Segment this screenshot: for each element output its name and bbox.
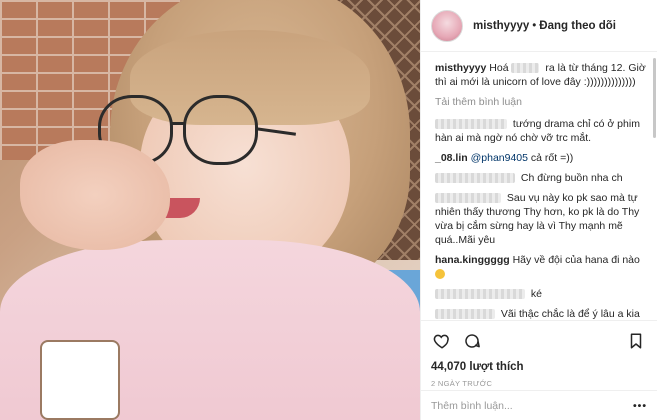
more-options-icon[interactable]: ••• [633,400,647,412]
blurred-text [511,63,540,74]
comment-item: Vãi thậc chắc là để ý lâu a kia lâu rồi … [435,307,647,320]
header-separator: • [532,19,537,32]
comment-item: _08.lin @phan9405 cả rốt =)) [435,151,647,165]
comment-composer: Thêm bình luận... ••• [421,390,657,420]
blurred-username [435,119,507,130]
comments-list: misthyyyy Hoá ra là từ tháng 12. Giờ thì… [421,53,657,320]
blurred-username [435,309,495,320]
comment-text: cả rốt =)) [530,152,574,164]
header-text: misthyyyy • Đang theo dõi [473,20,616,32]
photo-glasses-right [183,95,258,165]
comment-input[interactable]: Thêm bình luận... [431,400,633,412]
post-side-panel: misthyyyy • Đang theo dõi misthyyyy Hoá ra… [420,0,657,420]
comment-item: hana.kinggggg Hãy về đội của hana đi nào [435,253,647,281]
caption: misthyyyy Hoá ra là từ tháng 12. Giờ thì… [435,61,647,89]
caption-text-part1: Hoá [489,62,509,74]
comment-username[interactable]: _08.lin [435,152,468,164]
comment-item: tướng drama chỉ có ở phim hàn ai mà ngờ … [435,117,647,145]
post-header: misthyyyy • Đang theo dõi [421,0,657,52]
blurred-username [435,193,501,204]
post-photo[interactable] [0,0,420,420]
bookmark-icon[interactable] [625,330,647,352]
heart-icon[interactable] [431,330,453,352]
photo-shirt-print [40,340,120,420]
post-timestamp[interactable]: 2 NGÀY TRƯỚC [431,379,647,388]
comment-text: Hãy về đội của hana đi nào [512,254,640,266]
follow-status-button[interactable]: Đang theo dõi [539,20,616,32]
comment-item: Sau vụ này ko pk sao mà tự nhiên thấy th… [435,191,647,247]
comment-text: ké [530,288,543,300]
comment-icon[interactable] [461,330,483,352]
blurred-username [435,289,525,300]
avatar[interactable] [431,9,463,42]
photo-hand [20,140,170,250]
comment-item: ké [435,287,647,301]
comment-mention-link[interactable]: @phan9405 [471,152,528,164]
load-more-comments-link[interactable]: Tải thêm bình luận [435,95,647,109]
likes-count[interactable]: 44,070 lượt thích [431,361,647,373]
photo-glasses-bridge [170,122,186,125]
action-icons-row [431,327,647,355]
emoji-icon [435,269,445,280]
post-actions: 44,070 lượt thích 2 NGÀY TRƯỚC [421,320,657,388]
caption-username[interactable]: misthyyyy [435,62,486,74]
username-link[interactable]: misthyyyy [473,20,529,32]
comment-username[interactable]: hana.kinggggg [435,254,510,266]
comment-item: Ch đừng buồn nha ch [435,171,647,185]
blurred-username [435,173,515,184]
comment-text: Ch đừng buồn nha ch [520,172,623,184]
